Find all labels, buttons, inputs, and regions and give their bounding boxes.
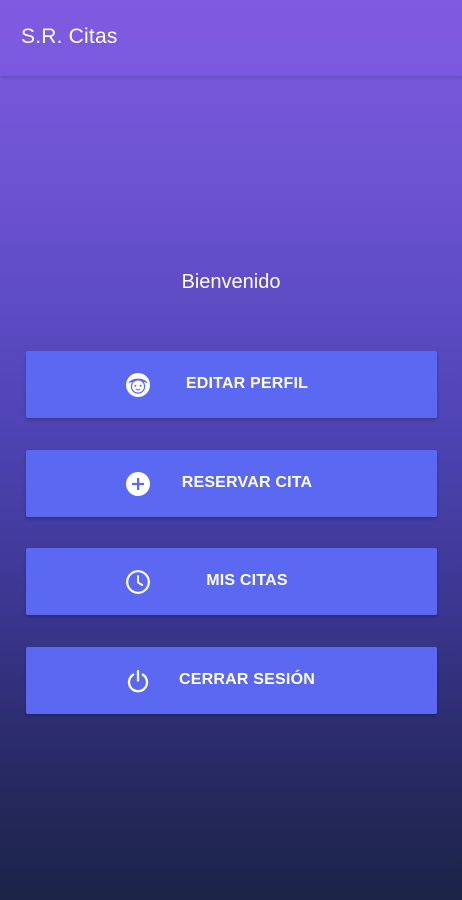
logout-button[interactable]: CERRAR SESIÓN — [26, 647, 437, 714]
logout-label: CERRAR SESIÓN — [179, 671, 315, 688]
welcome-text: Bienvenido — [181, 271, 281, 293]
edit-profile-button[interactable]: EDITAR PERFIL — [26, 351, 437, 418]
app-bar: S.R. Citas — [0, 0, 462, 76]
my-appointments-label: MIS CITAS — [206, 572, 288, 589]
app-title: S.R. Citas — [21, 25, 118, 48]
book-appointment-button[interactable]: RESERVAR CITA — [26, 450, 437, 517]
book-appointment-label: RESERVAR CITA — [181, 474, 313, 491]
edit-profile-label: EDITAR PERFIL — [185, 375, 309, 392]
my-appointments-button[interactable]: MIS CITAS — [26, 548, 437, 615]
